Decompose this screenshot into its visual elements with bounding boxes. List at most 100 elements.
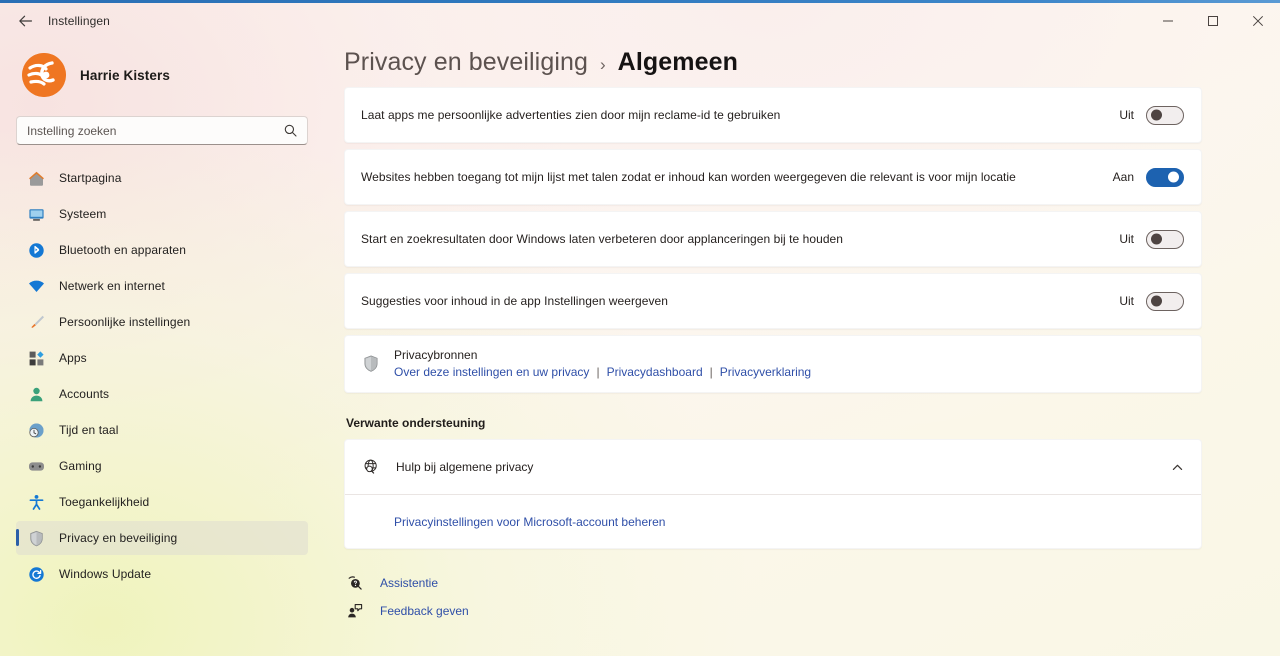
sidebar-item-privacy-en-beveiliging[interactable]: Privacy en beveiliging bbox=[16, 521, 308, 555]
toggle-state-label: Uit bbox=[1119, 232, 1134, 246]
chevron-right-icon: › bbox=[600, 55, 606, 74]
sidebar-item-windows-update[interactable]: Windows Update bbox=[16, 557, 308, 591]
sidebar-item-label: Privacy en beveiliging bbox=[59, 531, 178, 545]
shield-icon bbox=[27, 529, 45, 547]
page-title: Algemeen bbox=[617, 48, 738, 76]
maximize-button[interactable] bbox=[1190, 3, 1235, 38]
accessibility-icon bbox=[27, 493, 45, 511]
sidebar: Harrie Kisters Startpagina Systeem bbox=[0, 38, 324, 656]
setting-label: Websites hebben toegang tot mijn lijst m… bbox=[361, 170, 1016, 184]
apps-grid-icon bbox=[27, 349, 45, 367]
footer-links: Assistentie Feedback geven bbox=[344, 569, 1202, 625]
main-content: Privacy en beveiliging › Algemeen Laat a… bbox=[324, 38, 1280, 656]
help-search-icon bbox=[346, 575, 364, 591]
minimize-icon bbox=[1162, 15, 1174, 27]
breadcrumb: Privacy en beveiliging › Algemeen bbox=[344, 38, 1202, 87]
toggle-switch-advertising-id[interactable] bbox=[1146, 105, 1184, 125]
link-manage-microsoft-account-privacy[interactable]: Privacyinstellingen voor Microsoft-accou… bbox=[394, 515, 665, 529]
toggle-switch-suggested-content[interactable] bbox=[1146, 291, 1184, 311]
link-divider: | bbox=[709, 365, 713, 379]
wifi-icon bbox=[27, 277, 45, 295]
related-support-card: Hulp bij algemene privacy Privacyinstell… bbox=[344, 439, 1202, 549]
arrow-left-icon bbox=[18, 14, 33, 28]
sidebar-item-persoonlijke-instellingen[interactable]: Persoonlijke instellingen bbox=[16, 305, 308, 339]
clock-globe-icon bbox=[27, 421, 45, 439]
search-icon bbox=[284, 124, 307, 137]
footer-link-label[interactable]: Assistentie bbox=[380, 576, 438, 590]
sidebar-item-toegankelijkheid[interactable]: Toegankelijkheid bbox=[16, 485, 308, 519]
window-controls bbox=[1145, 3, 1280, 38]
sidebar-item-tijd-en-taal[interactable]: Tijd en taal bbox=[16, 413, 308, 447]
toggle-group: Uit bbox=[1113, 291, 1184, 311]
back-button[interactable] bbox=[6, 6, 44, 36]
sidebar-item-apps[interactable]: Apps bbox=[16, 341, 308, 375]
footer-item-assistentie[interactable]: Assistentie bbox=[346, 569, 1202, 597]
sidebar-item-label: Persoonlijke instellingen bbox=[59, 315, 191, 329]
toggle-state-label: Aan bbox=[1112, 170, 1134, 184]
sidebar-item-label: Toegankelijkheid bbox=[59, 495, 150, 509]
sidebar-item-accounts[interactable]: Accounts bbox=[16, 377, 308, 411]
monitor-icon bbox=[27, 205, 45, 223]
toggle-switch-language-list[interactable] bbox=[1146, 167, 1184, 187]
gamepad-icon bbox=[27, 457, 45, 475]
toggle-knob bbox=[1151, 109, 1162, 121]
setting-label: Laat apps me persoonlijke advertenties z… bbox=[361, 108, 781, 122]
sidebar-item-startpagina[interactable]: Startpagina bbox=[16, 161, 308, 195]
related-support-heading: Verwante ondersteuning bbox=[346, 416, 486, 430]
sidebar-item-label: Systeem bbox=[59, 207, 107, 221]
search-input[interactable] bbox=[17, 123, 284, 138]
sidebar-item-label: Bluetooth en apparaten bbox=[59, 243, 186, 257]
privacy-resources-title: Privacybronnen bbox=[394, 348, 478, 362]
minimize-button[interactable] bbox=[1145, 3, 1190, 38]
toggle-group: Aan bbox=[1112, 167, 1184, 187]
toggle-knob bbox=[1151, 295, 1162, 307]
feedback-person-icon bbox=[346, 603, 364, 619]
footer-link-label[interactable]: Feedback geven bbox=[380, 604, 469, 618]
avatar bbox=[22, 53, 66, 97]
sidebar-nav: Startpagina Systeem Bluetooth en apparat… bbox=[16, 161, 308, 591]
sidebar-item-label: Startpagina bbox=[59, 171, 122, 185]
setting-row-suggested-content: Suggesties voor inhoud in de app Instell… bbox=[345, 274, 1201, 328]
toggle-state-label: Uit bbox=[1119, 294, 1134, 308]
toggle-state-label: Uit bbox=[1119, 108, 1134, 122]
setting-label: Start en zoekresultaten door Windows lat… bbox=[361, 232, 843, 246]
home-icon bbox=[27, 169, 45, 187]
sidebar-item-label: Gaming bbox=[59, 459, 102, 473]
setting-row-app-launch-tracking: Start en zoekresultaten door Windows lat… bbox=[345, 212, 1201, 266]
sidebar-item-netwerk-en-internet[interactable]: Netwerk en internet bbox=[16, 269, 308, 303]
toggle-knob bbox=[1151, 233, 1162, 245]
setting-card: Laat apps me persoonlijke advertenties z… bbox=[344, 87, 1202, 143]
link-divider: | bbox=[596, 365, 600, 379]
link-privacyverklaring[interactable]: Privacyverklaring bbox=[720, 365, 811, 379]
setting-row-advertising-id: Laat apps me persoonlijke advertenties z… bbox=[345, 88, 1201, 142]
search-box[interactable] bbox=[16, 116, 308, 145]
shield-icon bbox=[362, 355, 380, 373]
person-icon bbox=[27, 385, 45, 403]
setting-row-language-list: Websites hebben toegang tot mijn lijst m… bbox=[345, 150, 1201, 204]
sidebar-item-label: Netwerk en internet bbox=[59, 279, 165, 293]
link-over-deze-instellingen[interactable]: Over deze instellingen en uw privacy bbox=[394, 365, 589, 379]
maximize-icon bbox=[1207, 15, 1219, 27]
sidebar-item-systeem[interactable]: Systeem bbox=[16, 197, 308, 231]
setting-card: Suggesties voor inhoud in de app Instell… bbox=[344, 273, 1202, 329]
sidebar-item-label: Tijd en taal bbox=[59, 423, 119, 437]
paintbrush-icon bbox=[27, 313, 45, 331]
profile-section[interactable]: Harrie Kisters bbox=[16, 38, 308, 104]
sidebar-item-label: Apps bbox=[59, 351, 87, 365]
support-item-header[interactable]: Hulp bij algemene privacy bbox=[345, 440, 1201, 494]
setting-card: Websites hebben toegang tot mijn lijst m… bbox=[344, 149, 1202, 205]
privacy-resources-card: Privacybronnen Over deze instellingen en… bbox=[344, 335, 1202, 393]
support-item-title: Hulp bij algemene privacy bbox=[396, 460, 534, 474]
footer-item-feedback-geven[interactable]: Feedback geven bbox=[346, 597, 1202, 625]
privacy-resources-row: Privacybronnen Over deze instellingen en… bbox=[345, 336, 1201, 392]
close-button[interactable] bbox=[1235, 3, 1280, 38]
app-title: Instellingen bbox=[48, 13, 110, 28]
breadcrumb-parent[interactable]: Privacy en beveiliging bbox=[344, 48, 588, 77]
sidebar-item-bluetooth-en-apparaten[interactable]: Bluetooth en apparaten bbox=[16, 233, 308, 267]
chevron-up-icon[interactable] bbox=[1171, 461, 1184, 474]
sidebar-item-gaming[interactable]: Gaming bbox=[16, 449, 308, 483]
profile-name: Harrie Kisters bbox=[80, 67, 170, 83]
toggle-group: Uit bbox=[1113, 105, 1184, 125]
link-privacydashboard[interactable]: Privacydashboard bbox=[607, 365, 703, 379]
toggle-switch-app-launch-tracking[interactable] bbox=[1146, 229, 1184, 249]
